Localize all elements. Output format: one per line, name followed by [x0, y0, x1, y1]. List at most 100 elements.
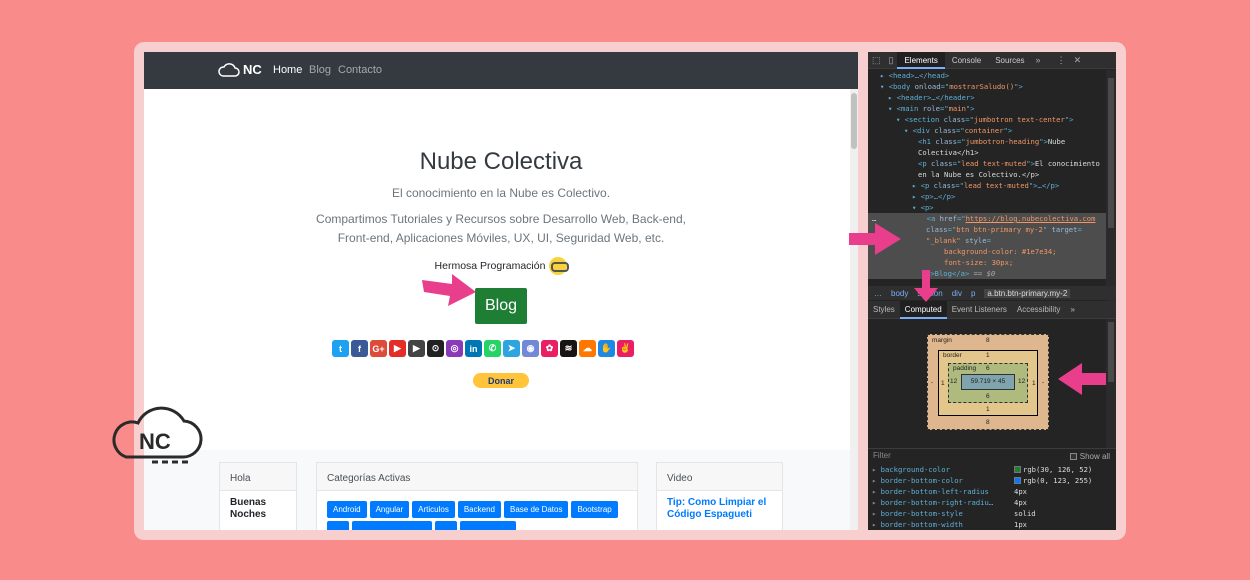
close-icon[interactable]: ✕	[1070, 55, 1086, 66]
color-swatch-icon[interactable]	[1014, 466, 1021, 473]
nav-blog[interactable]: Blog	[309, 64, 331, 76]
property-name: ▸ border-bottom-style	[872, 509, 963, 518]
computed-property-row[interactable]: ▸ border-bottom-right-radiu… 4px	[868, 497, 1116, 508]
tab-styles[interactable]: Styles	[868, 301, 900, 319]
donate-button[interactable]: Donar	[473, 373, 529, 388]
dom-node[interactable]: ▸ <p class="lead text-muted">…</p>	[868, 180, 1106, 191]
flower-icon[interactable]: ✿	[541, 340, 558, 357]
more-subtabs-icon[interactable]: »	[1065, 301, 1079, 319]
show-all-toggle[interactable]: Show all	[1069, 450, 1110, 463]
breadcrumb-item[interactable]: div	[952, 289, 962, 298]
property-value: 4px	[1014, 498, 1027, 507]
tab-accessibility[interactable]: Accessibility	[1012, 301, 1066, 319]
computed-property-row[interactable]: ▸ border-bottom-left-radius 4px	[868, 486, 1116, 497]
category-button[interactable]: Articulos	[412, 501, 455, 518]
dom-node[interactable]: ▾ <main role="main">	[868, 103, 1106, 114]
computed-property-row[interactable]: ▸ border-bottom-color rgb(0, 123, 255)	[868, 475, 1116, 486]
social-icons: t f G+ ▶ ▶ ⊙ ◎ in ✆ ➤ ◉ ✿ ≋ ☁ ✋ ✌	[332, 340, 634, 357]
filter-input[interactable]: Filter Show all	[868, 448, 1116, 462]
youtube-gaming-icon[interactable]: ▶	[408, 340, 425, 357]
dom-node[interactable]: ▾ <div class="container">	[868, 125, 1106, 136]
browser-page: NC Home Blog Contacto Nube Colectiva El …	[144, 52, 858, 530]
computed-scrollbar-thumb[interactable]	[1108, 322, 1114, 382]
breadcrumb-item[interactable]: …	[874, 289, 882, 298]
facebook-icon[interactable]: f	[351, 340, 368, 357]
computed-property-row[interactable]: ▸ border-bottom-style solid	[868, 508, 1116, 519]
github-icon[interactable]: ⊙	[427, 340, 444, 357]
box-model-border[interactable]: border 1 1 1 1 padding 6 6 12 12 59.719 …	[938, 350, 1038, 416]
property-value: rgb(30, 126, 52)	[1014, 464, 1092, 475]
breadcrumb-item[interactable]: p	[971, 289, 975, 298]
tab-event-listeners[interactable]: Event Listeners	[947, 301, 1012, 319]
menu-kebab-icon[interactable]: ⋮	[1053, 55, 1070, 66]
dom-node[interactable]: ▾ <body onload="mostrarSaludo()">	[868, 81, 1106, 92]
dom-node[interactable]: ▸ <head>…</head>	[868, 70, 1106, 81]
dom-node[interactable]: ▸ <header>…</header>	[868, 92, 1106, 103]
box-model-content[interactable]: 59.719 × 45	[961, 374, 1015, 390]
computed-property-row[interactable]: ▸ background-color rgb(30, 126, 52)	[868, 464, 1116, 475]
breadcrumb-item[interactable]: body	[891, 289, 908, 298]
breadcrumb-item[interactable]: a.btn.btn-primary.my-2	[984, 288, 1071, 298]
inspect-icon[interactable]: ⬚	[868, 55, 885, 66]
brand[interactable]: NC	[218, 62, 262, 77]
computed-scrollbar[interactable]	[1106, 320, 1116, 448]
tab-computed[interactable]: Computed	[899, 300, 947, 319]
devtools-panel: ⬚ ▯ Elements Console Sources » ⋮ ✕ ▸ <he…	[868, 52, 1116, 530]
tab-sources[interactable]: Sources	[988, 52, 1031, 69]
category-button[interactable]: Base de Datos	[503, 501, 569, 518]
category-button[interactable]: Bootstrap	[571, 501, 618, 518]
box-model-padding[interactable]: padding 6 6 12 12 59.719 × 45	[948, 363, 1028, 403]
show-all-checkbox[interactable]	[1069, 453, 1077, 460]
property-value: solid	[1014, 509, 1036, 518]
nc-cloud-logo-icon: NC	[112, 406, 203, 464]
hola-card: Hola Buenas Noches	[219, 462, 297, 530]
computed-property-row[interactable]: ▸ border-bottom-width 1px	[868, 519, 1116, 530]
hola-card-body: Buenas Noches	[220, 491, 296, 527]
category-button[interactable]	[435, 521, 457, 530]
dom-node[interactable]: ▾ <p>	[868, 202, 1106, 213]
hands-icon[interactable]: ✌	[617, 340, 634, 357]
dom-node[interactable]: ▾ <section class="jumbotron text-center"…	[868, 114, 1106, 125]
tab-console[interactable]: Console	[945, 52, 988, 69]
video-title-line-1: Tip: Como Limpiar el	[667, 497, 767, 508]
dom-node[interactable]: <h1 class="jumbotron-heading">Nube	[868, 136, 1106, 147]
dom-node[interactable]: ▸ <p>…</p>	[868, 191, 1106, 202]
soundcloud-icon[interactable]: ☁	[579, 340, 596, 357]
category-button[interactable]	[352, 521, 432, 530]
category-button[interactable]: Angular	[369, 501, 410, 518]
more-tabs-icon[interactable]: »	[1032, 55, 1045, 65]
device-toggle-icon[interactable]: ▯	[885, 55, 898, 66]
blog-button[interactable]: Blog	[475, 288, 527, 324]
category-button[interactable]	[460, 521, 516, 530]
youtube-icon[interactable]: ▶	[389, 340, 406, 357]
property-name: ▸ border-bottom-width	[872, 520, 963, 529]
property-name: ▸ border-bottom-color	[872, 476, 963, 485]
video-title[interactable]: Tip: Como Limpiar el Código Espagueti	[657, 491, 782, 527]
color-swatch-icon[interactable]	[1014, 477, 1021, 484]
tab-elements[interactable]: Elements	[897, 52, 945, 69]
spotify-icon[interactable]: ≋	[560, 340, 577, 357]
linkedin-icon[interactable]: in	[465, 340, 482, 357]
instagram-icon[interactable]: ◎	[446, 340, 463, 357]
handshake-icon[interactable]: ✋	[598, 340, 615, 357]
selected-dom-node[interactable]: … <a href="https://blog.nubecolectiva.co…	[868, 213, 1106, 279]
box-model-margin[interactable]: margin 8 8 - - border 1 1 1 1 padding 6 …	[927, 334, 1049, 430]
category-button[interactable]	[327, 521, 349, 530]
nav-contacto[interactable]: Contacto	[338, 64, 382, 76]
category-button[interactable]: Backend	[457, 501, 501, 518]
google-plus-icon[interactable]: G+	[370, 340, 387, 357]
category-list: Android Angular Articulos Backend Base de Da…	[317, 491, 637, 530]
telegram-icon[interactable]: ➤	[503, 340, 520, 357]
page-scrollbar-thumb[interactable]	[851, 93, 857, 149]
dom-node[interactable]: <p class="lead text-muted">El conocimien…	[868, 158, 1106, 169]
cloud-logo-icon	[218, 62, 240, 77]
video-card: Video Tip: Como Limpiar el Código Espagu…	[656, 462, 783, 530]
page-scrollbar[interactable]	[850, 89, 858, 530]
whatsapp-icon[interactable]: ✆	[484, 340, 501, 357]
twitter-icon[interactable]: t	[332, 340, 349, 357]
breadcrumb: …bodysectiondivpa.btn.btn-primary.my-2	[868, 286, 1116, 300]
discord-icon[interactable]: ◉	[522, 340, 539, 357]
dom-scrollbar-thumb[interactable]	[1108, 78, 1114, 228]
nav-home[interactable]: Home	[273, 64, 302, 76]
category-button[interactable]: Android	[327, 501, 367, 518]
